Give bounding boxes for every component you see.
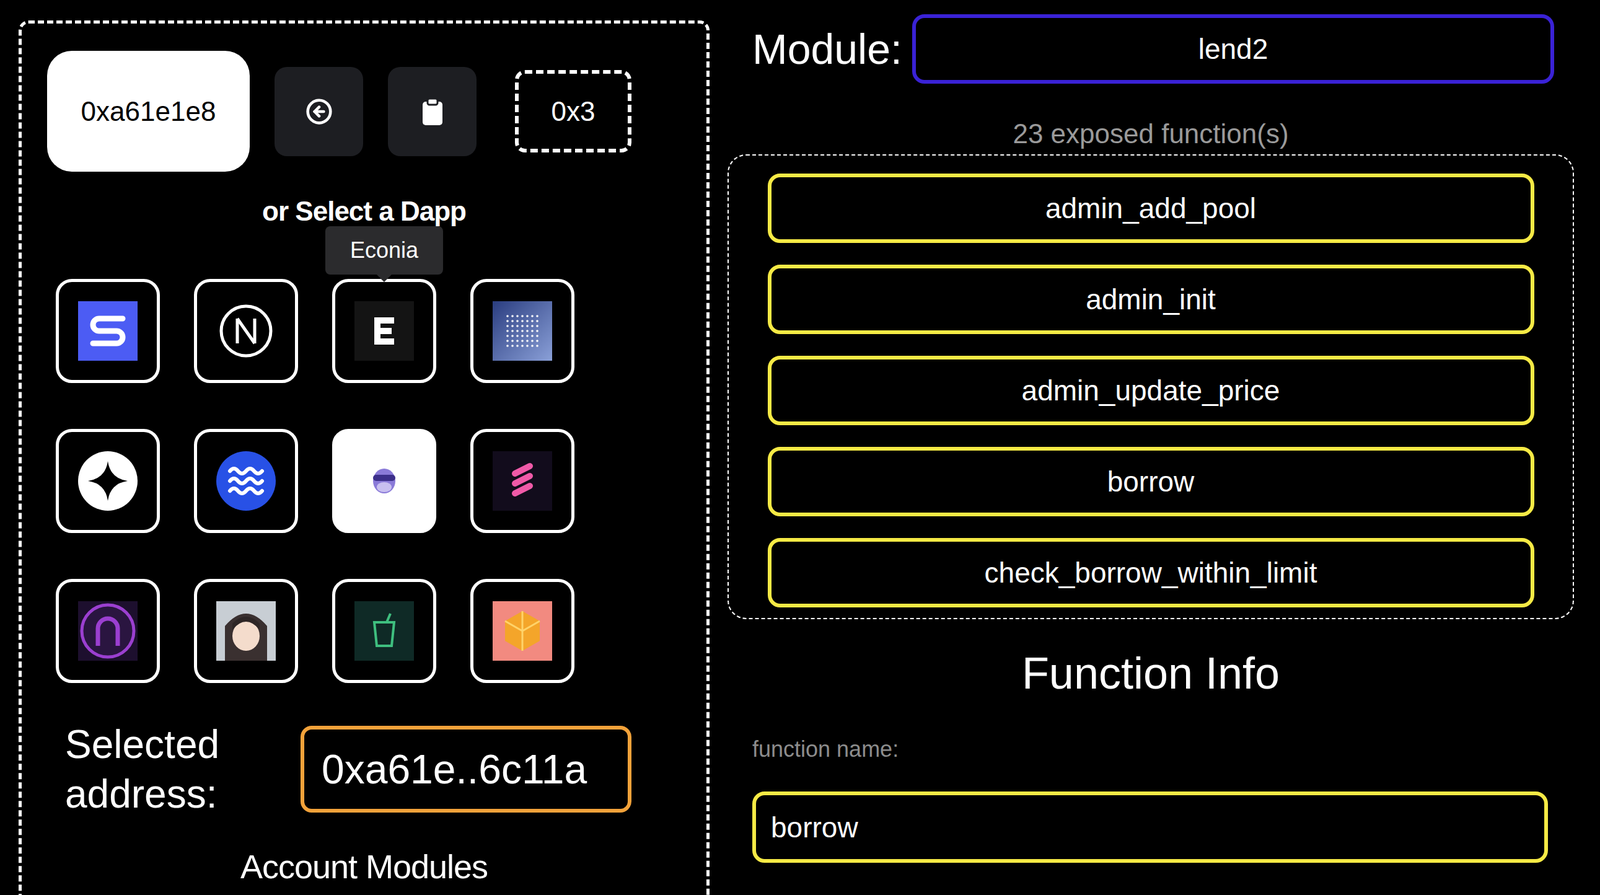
- avatar-logo-icon: [216, 601, 276, 661]
- clipboard-icon: [420, 97, 445, 126]
- n-logo-icon: [216, 301, 276, 361]
- function-name-input[interactable]: borrow: [752, 791, 1548, 863]
- function-item[interactable]: admin_update_price: [767, 355, 1535, 426]
- module-row: Module:lend2: [727, 14, 1574, 84]
- address-bar: 0xa61e1e8 0x3: [21, 50, 707, 172]
- function-list: admin_add_pool admin_init admin_update_pri…: [727, 154, 1574, 620]
- function-item[interactable]: admin_init: [767, 264, 1535, 335]
- function-name-label: function name:: [727, 735, 1574, 763]
- dapp-tile[interactable]: [470, 278, 575, 383]
- page: 0xa61e1e80x3or Select a DappEconiaSelect…: [0, 0, 1600, 895]
- network-badge[interactable]: 0x3: [514, 70, 632, 153]
- dapp-tile[interactable]: [193, 428, 299, 533]
- dapp-picker-title: or Select a Dapp: [21, 197, 707, 226]
- paste-button[interactable]: [387, 66, 477, 157]
- account-panel: 0xa61e1e80x3or Select a DappEconiaSelect…: [18, 20, 710, 895]
- selected-address-value: 0xa61e..6c11a: [300, 725, 632, 813]
- waves-logo-icon: [216, 451, 276, 511]
- account-modules-title: Account Modules: [21, 847, 707, 886]
- dapp-tile[interactable]: Econia: [332, 278, 437, 383]
- stripes-logo-icon: [492, 451, 553, 511]
- selected-address-label: Selected address:: [65, 719, 264, 819]
- dapp-tile[interactable]: [470, 428, 575, 533]
- dapp-grid: Econia: [55, 278, 707, 683]
- address-input[interactable]: 0xa61e1e8: [47, 50, 250, 172]
- function-item[interactable]: admin_add_pool: [767, 173, 1535, 243]
- dapp-tile[interactable]: [470, 578, 575, 683]
- dapp-tile[interactable]: [55, 578, 160, 683]
- function-info-title: Function Info: [727, 646, 1574, 700]
- dots-logo-icon: [492, 301, 553, 361]
- module-panel: Module:lend2 23 exposed function(s) admin_…: [727, 0, 1574, 863]
- hippo-logo-icon: [354, 451, 414, 511]
- function-item[interactable]: borrow: [767, 446, 1535, 517]
- back-button[interactable]: [274, 66, 364, 157]
- e-logo-icon: [354, 301, 414, 361]
- cup-logo-icon: [354, 601, 414, 661]
- star-logo-icon: [78, 451, 138, 511]
- module-label: Module:: [752, 24, 903, 74]
- function-count: 23 exposed function(s): [727, 117, 1574, 150]
- arch-logo-icon: [78, 601, 138, 661]
- dapp-tile[interactable]: [193, 578, 299, 683]
- dapp-tile[interactable]: [332, 428, 437, 533]
- dapp-tile[interactable]: [193, 278, 299, 383]
- function-item[interactable]: check_borrow_within_limit: [767, 537, 1535, 608]
- dapp-tooltip: Econia: [325, 226, 444, 275]
- gem-logo-icon: [492, 601, 553, 661]
- selected-address-row: Selected address: 0xa61e..6c11a: [21, 719, 707, 819]
- s-logo-icon: [78, 301, 138, 361]
- dapp-tile[interactable]: [55, 428, 160, 533]
- module-input[interactable]: lend2: [912, 14, 1555, 84]
- back-arrow-icon: [305, 97, 333, 126]
- dapp-tile[interactable]: [332, 578, 437, 683]
- dapp-tile[interactable]: [55, 278, 160, 383]
